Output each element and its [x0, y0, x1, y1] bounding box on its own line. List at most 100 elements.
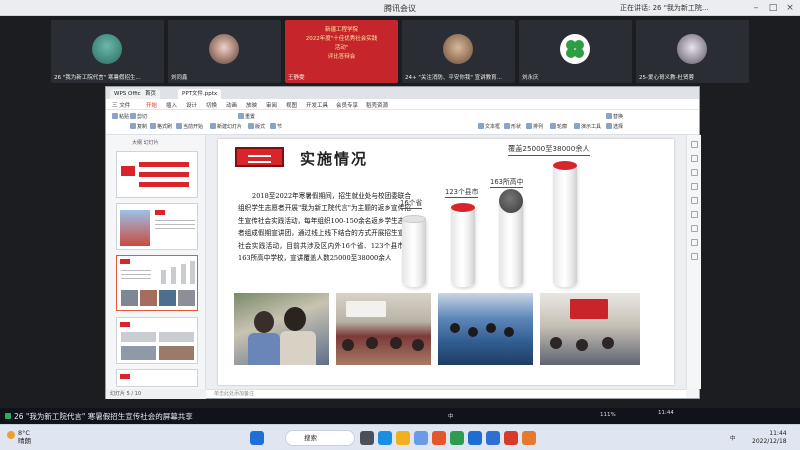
participant-tile[interactable]: 刘永庆	[519, 20, 632, 83]
notes-field[interactable]: 单击此处添加备注	[206, 389, 686, 398]
start-from-current-button[interactable]: 当前开始	[176, 123, 203, 130]
slide-title[interactable]: 实施情况	[300, 148, 368, 169]
tencent-meeting-icon[interactable]	[468, 431, 482, 445]
start-icon[interactable]	[250, 431, 264, 445]
edge-icon[interactable]	[378, 431, 392, 445]
sidebar-tool-icon[interactable]	[691, 239, 698, 246]
stat-cylinder-provinces[interactable]	[402, 215, 426, 287]
thumb-photo	[121, 346, 156, 360]
format-painter-button[interactable]: 格式刷	[150, 123, 172, 130]
thumb-pane-header[interactable]: 大纲 幻灯片	[132, 139, 159, 146]
activity-photo[interactable]	[438, 293, 533, 365]
outline-button[interactable]: 轮廓	[550, 123, 567, 130]
layout-button[interactable]: 版式	[248, 123, 265, 130]
cut-button[interactable]: 剪切	[130, 113, 147, 120]
copy-button[interactable]: 复制	[130, 123, 147, 130]
menu-review[interactable]: 审阅	[266, 101, 277, 109]
sidebar-tool-icon[interactable]	[691, 183, 698, 190]
section-button[interactable]: 节	[270, 123, 282, 130]
reset-button[interactable]: 重置	[238, 113, 255, 120]
activity-photo[interactable]	[540, 293, 640, 365]
photo-figure	[602, 337, 614, 349]
app-icon[interactable]	[522, 431, 536, 445]
participant-tile[interactable]: 24+ "关注消防、平安你我" 宣讲教育...	[402, 20, 515, 83]
menu-member[interactable]: 会员专享	[336, 101, 358, 109]
menu-developer[interactable]: 开发工具	[306, 101, 328, 109]
participant-tile[interactable]: 26 "我为新工院代言" 寒暑假招生...	[51, 20, 164, 83]
arrange-button[interactable]: 排列	[526, 123, 543, 130]
sidebar-tool-icon[interactable]	[691, 169, 698, 176]
outline-label: 轮廓	[557, 124, 568, 130]
wechat-icon[interactable]	[450, 431, 464, 445]
slide-thumbnail[interactable]	[116, 369, 198, 387]
thumb-text-line	[155, 220, 195, 221]
menu-docer[interactable]: 稻壳资源	[366, 101, 388, 109]
paste-button[interactable]: 粘贴	[112, 113, 129, 120]
select-button[interactable]: 选择	[606, 123, 623, 130]
stat-cylinder-counties[interactable]	[451, 203, 475, 287]
thumb-photo	[159, 346, 194, 360]
menu-slideshow[interactable]: 放映	[246, 101, 257, 109]
thumb-red-bar	[120, 374, 130, 379]
task-view-icon[interactable]	[360, 431, 374, 445]
weather-widget[interactable]: 8°C 晴朗	[7, 429, 31, 445]
slide-body-text[interactable]: 2018至2022年寒暑假期间，招生就业处与校团委联合组织学生志愿者开展"我为新…	[238, 190, 411, 264]
slide[interactable]: 实施情况 2018至2022年寒暑假期间，招生就业处与校团委联合组织学生志愿者开…	[218, 139, 674, 385]
presentation-tools-button[interactable]: 演示工具	[574, 123, 601, 130]
participant-tile[interactable]: 刘同鑫	[168, 20, 281, 83]
thumb-red-bar	[155, 210, 165, 215]
menu-transition[interactable]: 切换	[206, 101, 217, 109]
qq-icon[interactable]	[486, 431, 500, 445]
tray-language[interactable]: 中	[730, 434, 736, 442]
sidebar-tool-icon[interactable]	[691, 253, 698, 260]
sidebar-tool-icon[interactable]	[691, 211, 698, 218]
folder-icon[interactable]	[396, 431, 410, 445]
stat-cylinder-schools[interactable]	[499, 189, 523, 287]
menu-view[interactable]: 视图	[286, 101, 297, 109]
input-language[interactable]: 中	[448, 412, 454, 420]
zoom-level[interactable]: 111%	[600, 412, 616, 418]
close-icon[interactable]: ×	[784, 2, 796, 14]
shapes-button[interactable]: 形状	[504, 123, 521, 130]
screen-share-label: 26 "我为新工院代言" 寒暑假招生宣传社会的屏幕共享	[5, 411, 193, 422]
maximize-icon[interactable]: □	[767, 2, 779, 14]
section-number-badge	[235, 147, 284, 167]
tab-home[interactable]: 首页	[141, 89, 161, 99]
activity-photo[interactable]	[336, 293, 431, 365]
activity-photo[interactable]	[234, 293, 329, 365]
participant-tile-speaking[interactable]: 新疆工程学院 2022年度"十佳优秀社会实践活动" 评比答辩会 王静雯	[285, 20, 398, 83]
replace-button[interactable]: 替换	[606, 113, 623, 120]
cylinder-body	[451, 207, 475, 287]
minimize-icon[interactable]: –	[750, 2, 762, 14]
menu-file[interactable]: 三 文件	[112, 101, 130, 109]
thumb-red-bar	[120, 259, 130, 264]
menu-animation[interactable]: 动画	[226, 101, 237, 109]
photo-figure	[390, 337, 402, 349]
store-icon[interactable]	[414, 431, 428, 445]
new-slide-button[interactable]: 新建幻灯片	[210, 123, 242, 130]
office-icon[interactable]	[432, 431, 446, 445]
sidebar-tool-icon[interactable]	[691, 197, 698, 204]
menu-design[interactable]: 设计	[186, 101, 197, 109]
menu-home[interactable]: 开始	[146, 101, 157, 109]
taskbar-search[interactable]: 搜索	[285, 430, 355, 446]
slide-thumbnail-selected[interactable]	[116, 255, 198, 311]
tab-document[interactable]: PPT文件.pptx	[178, 89, 222, 99]
avatar	[677, 34, 707, 64]
sidebar-tool-icon[interactable]	[691, 141, 698, 148]
cylinder-cap	[402, 215, 426, 223]
textbox-button[interactable]: 文本框	[478, 123, 500, 130]
slide-thumbnail[interactable]	[116, 317, 198, 364]
system-clock[interactable]: 11:44 2022/12/18	[752, 430, 787, 446]
participant-tile[interactable]: 25-爱心哥义教-杜贤蓉	[636, 20, 749, 83]
wps-icon[interactable]	[504, 431, 518, 445]
menu-insert[interactable]: 插入	[166, 101, 177, 109]
thumb-red-block	[121, 166, 135, 176]
avatar	[443, 34, 473, 64]
slide-thumbnail[interactable]	[116, 203, 198, 250]
sidebar-tool-icon[interactable]	[691, 225, 698, 232]
photo-figure	[342, 339, 354, 351]
stat-cylinder-people[interactable]	[553, 161, 577, 287]
slide-thumbnail[interactable]	[116, 151, 198, 198]
sidebar-tool-icon[interactable]	[691, 155, 698, 162]
